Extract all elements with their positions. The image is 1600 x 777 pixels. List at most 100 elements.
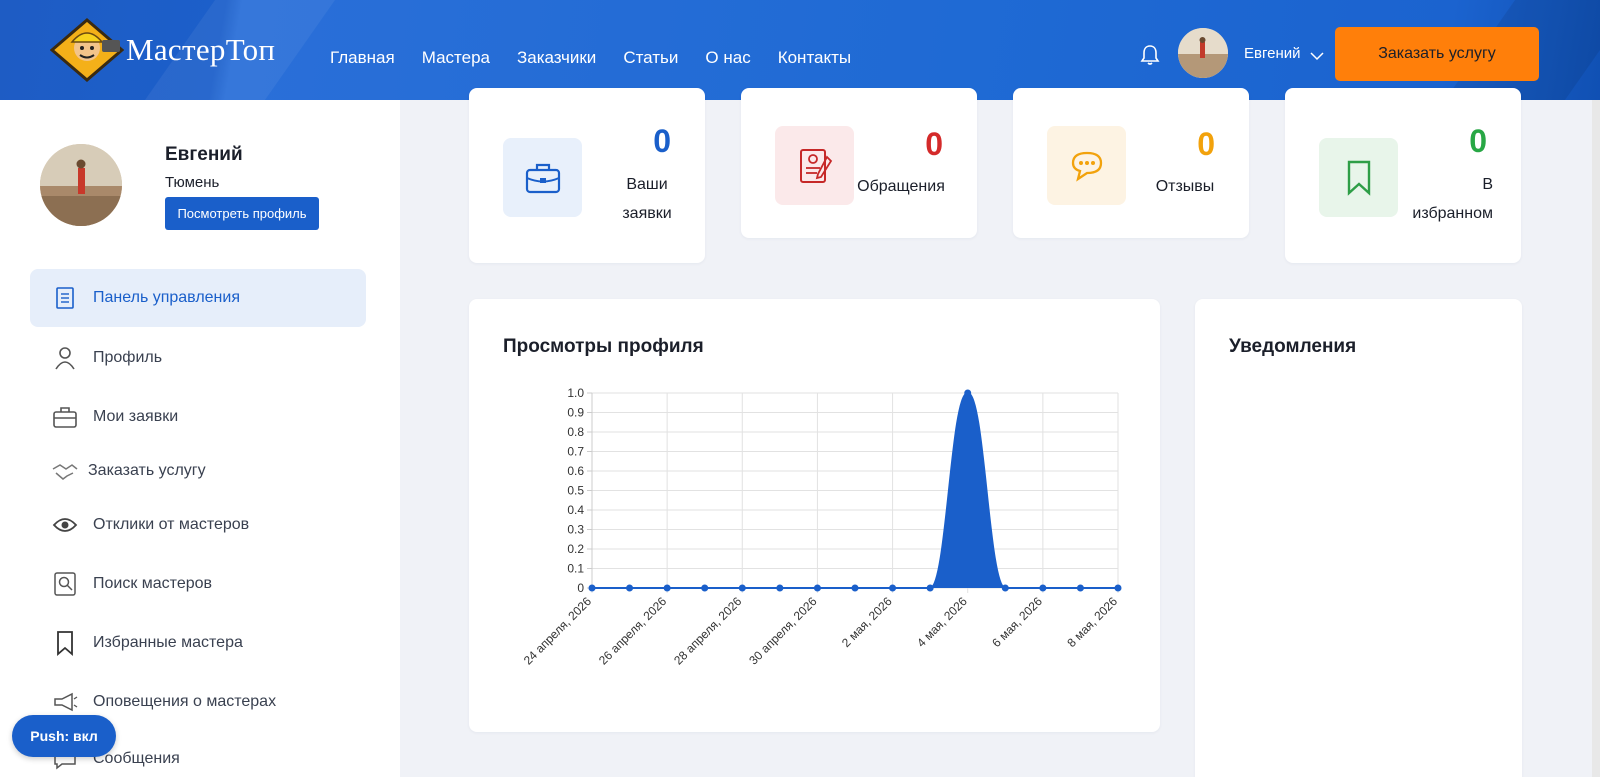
y-tick-label: 0.4 [567, 503, 584, 517]
y-tick-label: 0.3 [567, 523, 584, 537]
data-point [1114, 584, 1122, 592]
main-nav: Главная Мастера Заказчики Статьи О нас К… [330, 48, 878, 68]
stat-card-favorites[interactable]: 0 В избранном [1285, 88, 1521, 263]
x-tick-label: 24 апреля, 2026 [521, 594, 595, 668]
stat-card-reviews[interactable]: 0 Отзывы [1013, 88, 1249, 238]
user-avatar[interactable] [1178, 28, 1228, 78]
sidebar-item-label: Отклики от мастеров [93, 516, 250, 533]
chat-bubble-icon [1047, 126, 1126, 205]
stat-label-line: заявки [622, 205, 672, 222]
x-tick-label: 28 апреля, 2026 [671, 594, 745, 668]
bookmark-icon [50, 628, 80, 658]
x-tick-label: 4 мая, 2026 [914, 594, 970, 650]
logo-mascot-icon [49, 18, 125, 82]
data-point [1039, 584, 1047, 592]
sidebar-item-label: Избранные мастера [93, 634, 243, 651]
user-name[interactable]: Евгений [1244, 45, 1301, 62]
bell-icon[interactable] [1140, 44, 1160, 71]
notifications-panel: Уведомления [1195, 299, 1522, 777]
sidebar-item-my-requests[interactable]: Мои заявки [30, 388, 366, 446]
user-icon [50, 343, 80, 373]
eye-icon [50, 510, 80, 540]
stat-value: 0 [653, 123, 671, 159]
top-header: МастерТоп Главная Мастера Заказчики Стат… [0, 0, 1600, 100]
data-point [851, 584, 859, 592]
y-tick-label: 0 [577, 581, 584, 595]
logo-text: МастерТоп [126, 32, 276, 67]
data-point [663, 584, 671, 592]
profile-views-panel: Просмотры профиля 0 0.1 0.2 0.3 0.4 0.5 0.6 0.7… [469, 299, 1160, 732]
push-toggle-button[interactable]: Push: вкл [12, 715, 116, 757]
order-service-button[interactable]: Заказать услугу [1335, 27, 1539, 81]
y-tick-label: 0.9 [567, 406, 584, 420]
profile-city: Тюмень [165, 174, 220, 191]
stat-card-appeals[interactable]: 0 Обращения [741, 88, 977, 238]
x-tick-label: 2 мая, 2026 [839, 594, 895, 650]
stat-label: Обращения [853, 172, 949, 201]
sidebar-item-dashboard[interactable]: Панель управления [30, 269, 366, 327]
x-tick-label: 26 апреля, 2026 [596, 594, 670, 668]
data-point [813, 584, 821, 592]
nav-link-home[interactable]: Главная [330, 48, 395, 68]
sidebar-item-favorite-masters[interactable]: Избранные мастера [30, 614, 366, 672]
x-tick-label: 6 мая, 2026 [989, 594, 1045, 650]
sidebar-item-profile[interactable]: Профиль [30, 329, 366, 387]
nav-link-articles[interactable]: Статьи [623, 48, 678, 68]
sidebar-item-label: Панель управления [93, 289, 240, 306]
sidebar-item-label: Заказать услугу [88, 462, 206, 479]
document-icon [775, 126, 854, 205]
stat-value: 0 [925, 126, 943, 162]
nav-link-customers[interactable]: Заказчики [517, 48, 596, 68]
y-tick-label: 0.1 [567, 562, 584, 576]
data-point [738, 584, 746, 592]
y-tick-label: 1.0 [567, 386, 584, 400]
data-point [701, 584, 709, 592]
stat-label: Отзывы [1149, 172, 1221, 201]
profile-avatar [40, 144, 122, 226]
data-point [926, 584, 934, 592]
stat-label-line: Обращения [857, 178, 945, 195]
view-profile-button[interactable]: Посмотреть профиль [165, 197, 319, 230]
stat-label: В избранном [1399, 170, 1493, 228]
nav-link-about[interactable]: О нас [705, 48, 750, 68]
y-tick-label: 0.8 [567, 425, 584, 439]
site-logo[interactable]: МастерТоп [49, 18, 276, 82]
sidebar-item-label: Оповещения о мастерах [93, 693, 277, 710]
sidebar-item-label: Поиск мастеров [93, 575, 213, 592]
sidebar-item-master-responses[interactable]: Отклики от мастеров [30, 496, 366, 554]
handshake-icon [50, 456, 80, 486]
stat-value: 0 [1469, 123, 1487, 159]
search-user-icon [50, 569, 80, 599]
sidebar-item-label: Мои заявки [93, 408, 179, 425]
sidebar-item-search-masters[interactable]: Поиск мастеров [30, 555, 366, 613]
chevron-down-icon[interactable] [1310, 48, 1324, 66]
bookmark-icon [1319, 138, 1398, 217]
stat-label-line: Ваши [626, 176, 668, 193]
nav-link-masters[interactable]: Мастера [422, 48, 490, 68]
data-point [1001, 584, 1009, 592]
stat-card-requests[interactable]: 0 Ваши заявки [469, 88, 705, 263]
page-scrollbar[interactable] [1592, 100, 1600, 777]
panel-title: Уведомления [1229, 336, 1357, 357]
data-point [776, 584, 784, 592]
y-tick-label: 0.2 [567, 542, 584, 556]
stat-label-line: Отзывы [1155, 178, 1215, 195]
nav-link-contacts[interactable]: Контакты [778, 48, 851, 68]
y-tick-label: 0.7 [567, 445, 584, 459]
x-tick-label: 8 мая, 2026 [1064, 594, 1120, 650]
stat-label: Ваши заявки [617, 170, 677, 228]
data-point [626, 584, 634, 592]
stat-label-line: В [1482, 176, 1493, 193]
sidebar-item-order-service[interactable]: Заказать услугу [30, 442, 366, 500]
briefcase-icon [503, 138, 582, 217]
megaphone-icon [50, 687, 80, 717]
data-point [588, 584, 596, 592]
stat-value: 0 [1197, 126, 1215, 162]
sidebar: Евгений Тюмень Посмотреть профиль Панель… [0, 100, 400, 777]
profile-name: Евгений [165, 144, 243, 165]
profile-views-chart: 0 0.1 0.2 0.3 0.4 0.5 0.6 0.7 0.8 0.9 1.0 24 апреля… [521, 386, 1122, 668]
y-tick-label: 0.6 [567, 464, 584, 478]
stat-label-line: избранном [1412, 205, 1493, 222]
data-point [1076, 584, 1084, 592]
sidebar-item-label: Профиль [93, 349, 163, 366]
